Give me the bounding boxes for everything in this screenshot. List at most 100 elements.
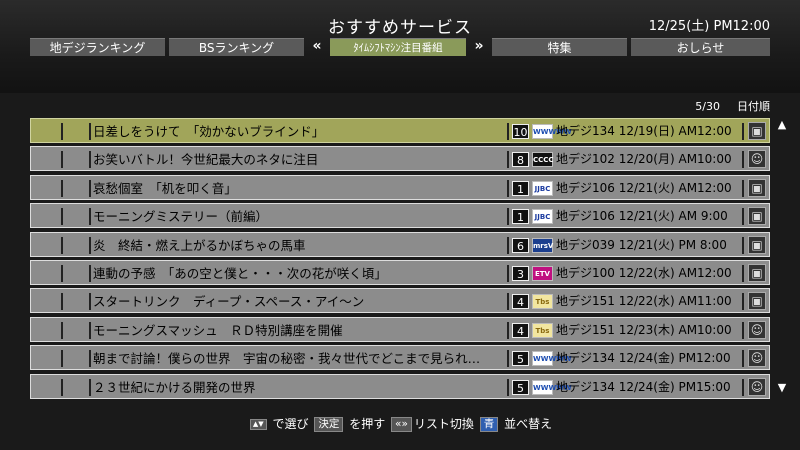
page-indicator: 5/30	[695, 100, 720, 113]
blue-key-icon: 青	[479, 417, 499, 432]
photo-icon: ▣	[748, 292, 766, 311]
broadcast-info: 地デジ100 12/22(水) AM12:00	[556, 266, 732, 280]
broadcast-info: 地デジ134 12/19(日) AM12:00	[556, 124, 732, 138]
broadcast-info: 地デジ134 12/24(金) PM12:00	[556, 351, 731, 366]
row-divider	[507, 293, 509, 311]
row-divider	[61, 378, 63, 396]
row-divider	[507, 350, 509, 368]
list-item[interactable]: スタートリンク ディープ・スペース・アイ～ン 4 Tbs 地デジ151 12/22(水…	[30, 288, 770, 314]
row-divider	[507, 265, 509, 282]
row-divider	[742, 236, 744, 254]
row-divider	[742, 123, 744, 140]
row-divider	[61, 151, 63, 169]
tab-left-arrow[interactable]: «	[308, 38, 326, 56]
channel-number: 10	[512, 124, 529, 139]
row-divider	[89, 123, 91, 140]
row-divider	[742, 265, 744, 282]
row-divider	[61, 179, 63, 197]
row-divider	[61, 293, 63, 311]
row-divider	[742, 179, 744, 197]
channel-number: 6	[512, 237, 529, 253]
channel-logo: ETV	[532, 266, 553, 281]
face-icon: ☺	[748, 377, 766, 396]
list-item[interactable]: 哀愁個室 「机を叩く音」 1 JJBC 地デジ106 12/21(火) AM12:00…	[30, 174, 770, 200]
scroll-up-icon[interactable]: ▲	[776, 119, 788, 131]
face-icon: ☺	[748, 150, 766, 169]
channel-number: 1	[512, 180, 529, 196]
photo-icon: ▣	[748, 235, 766, 254]
broadcast-info: 地デジ134 12/24(金) PM15:00	[556, 379, 731, 394]
row-divider	[742, 293, 744, 311]
photo-icon: ▣	[748, 178, 766, 197]
tab-right-arrow[interactable]: »	[470, 38, 488, 56]
face-icon: ☺	[748, 320, 766, 339]
row-divider	[89, 350, 91, 368]
face-icon: ☺	[748, 349, 766, 368]
sort-info: 5/30 日付順	[695, 98, 770, 114]
channel-number: 5	[512, 351, 529, 367]
photo-icon: ▣	[748, 207, 766, 226]
row-divider	[61, 208, 63, 226]
channel-number: 8	[512, 152, 529, 168]
channel-logo: JJBC	[532, 209, 553, 225]
help-hint: ▲▼ で選び 決定 を押す «» リスト切換 青 並べ替え	[0, 415, 800, 432]
row-divider	[89, 208, 91, 226]
program-title: 朝まで討論！僕らの世界 宇宙の秘密・我々世代でどこまで見られ…	[93, 351, 481, 367]
list-topbar	[0, 93, 800, 117]
list-item[interactable]: 連動の予感 「あの空と僕と・・・次の花が咲く頃」 3 ETV 地デジ100 12/22…	[30, 260, 770, 285]
channel-logo: WWWWW	[532, 124, 572, 139]
scroll-down-icon[interactable]: ▼	[776, 382, 788, 394]
row-divider	[89, 151, 91, 169]
list-item[interactable]: モーニングスマッシュ ＲＤ特別講座を開催 4 Tbs 地デジ151 12/23(木) …	[30, 316, 770, 342]
channel-logo: Tbs	[532, 294, 553, 310]
program-title: モーニングミステリー（前編）	[93, 209, 269, 225]
row-divider	[507, 321, 509, 339]
row-divider	[742, 350, 744, 368]
switch-key-icon: «»	[391, 417, 412, 432]
row-divider	[507, 208, 509, 226]
program-title: お笑いバトル！今世紀最大のネタに注目	[93, 152, 319, 168]
select-hint-text: で選び	[272, 417, 309, 431]
footer-help-bar: ▲▼ で選び 決定 を押す «» リスト切換 青 並べ替え	[0, 399, 800, 450]
row-divider	[89, 378, 91, 396]
row-divider	[89, 321, 91, 339]
tab-timeshift-featured[interactable]: ﾀｲﾑｼﾌﾄﾏｼﾝ注目番組	[330, 38, 466, 56]
press-hint-text: を押す	[349, 417, 386, 431]
list-item[interactable]: ２３世紀にかける開発の世界 5 WWWWW 地デジ134 12/24(金) PM15:…	[30, 373, 770, 399]
tab-bs-ranking[interactable]: BSランキング	[169, 38, 304, 56]
row-divider	[507, 378, 509, 396]
channel-logo: mrsV	[532, 237, 553, 253]
program-title: 哀愁個室 「机を叩く音」	[93, 180, 237, 196]
row-divider	[742, 378, 744, 396]
list-item[interactable]: モーニングミステリー（前編） 1 JJBC 地デジ106 12/21(火) AM 9:…	[30, 203, 770, 229]
list-item[interactable]: 日差しをうけて 「効かないブラインド」 10 WWWWW 地デジ134 12/19(日…	[30, 118, 770, 143]
program-title: ２３世紀にかける開発の世界	[93, 379, 256, 395]
enter-key-icon: 決定	[314, 417, 344, 432]
program-title: モーニングスマッシュ ＲＤ特別講座を開催	[93, 322, 343, 338]
tab-bar: 地デジランキング BSランキング « ﾀｲﾑｼﾌﾄﾏｼﾝ注目番組 » 特集 おし…	[30, 38, 770, 56]
list-item[interactable]: お笑いバトル！今世紀最大のネタに注目 8 CCCC 地デジ102 12/20(月) A…	[30, 146, 770, 172]
broadcast-info: 地デジ106 12/21(火) AM 9:00	[556, 209, 728, 224]
channel-logo: JJBC	[532, 180, 553, 196]
broadcast-info: 地デジ106 12/21(火) AM12:00	[556, 180, 732, 195]
header-bar: おすすめサービス 12/25(土) PM12:00 地デジランキング BSランキ…	[0, 0, 800, 93]
tab-terrestrial-ranking[interactable]: 地デジランキング	[30, 38, 165, 56]
tab-special[interactable]: 特集	[492, 38, 627, 56]
datetime-display: 12/25(土) PM12:00	[648, 19, 770, 34]
row-divider	[89, 236, 91, 254]
channel-logo: CCCC	[532, 152, 554, 168]
list-item[interactable]: 炎 終結・燃え上がるかぼちゃの馬車 6 mrsV 地デジ039 12/21(火) PM…	[30, 231, 770, 257]
broadcast-info: 地デジ151 12/23(木) AM10:00	[556, 322, 732, 337]
program-title: 炎 終結・燃え上がるかぼちゃの馬車	[93, 237, 306, 253]
channel-logo: Tbs	[532, 322, 553, 338]
broadcast-info: 地デジ151 12/22(水) AM11:00	[556, 294, 732, 309]
list-item[interactable]: 朝まで討論！僕らの世界 宇宙の秘密・我々世代でどこまで見られ… 5 WWWWW 地デジ…	[30, 345, 770, 371]
row-divider	[89, 293, 91, 311]
switch-hint-text: リスト切換	[413, 417, 474, 431]
row-divider	[61, 123, 63, 140]
channel-number: 4	[512, 322, 529, 338]
tab-notice[interactable]: おしらせ	[631, 38, 770, 56]
row-divider	[742, 151, 744, 169]
row-divider	[61, 236, 63, 254]
row-divider	[507, 179, 509, 197]
